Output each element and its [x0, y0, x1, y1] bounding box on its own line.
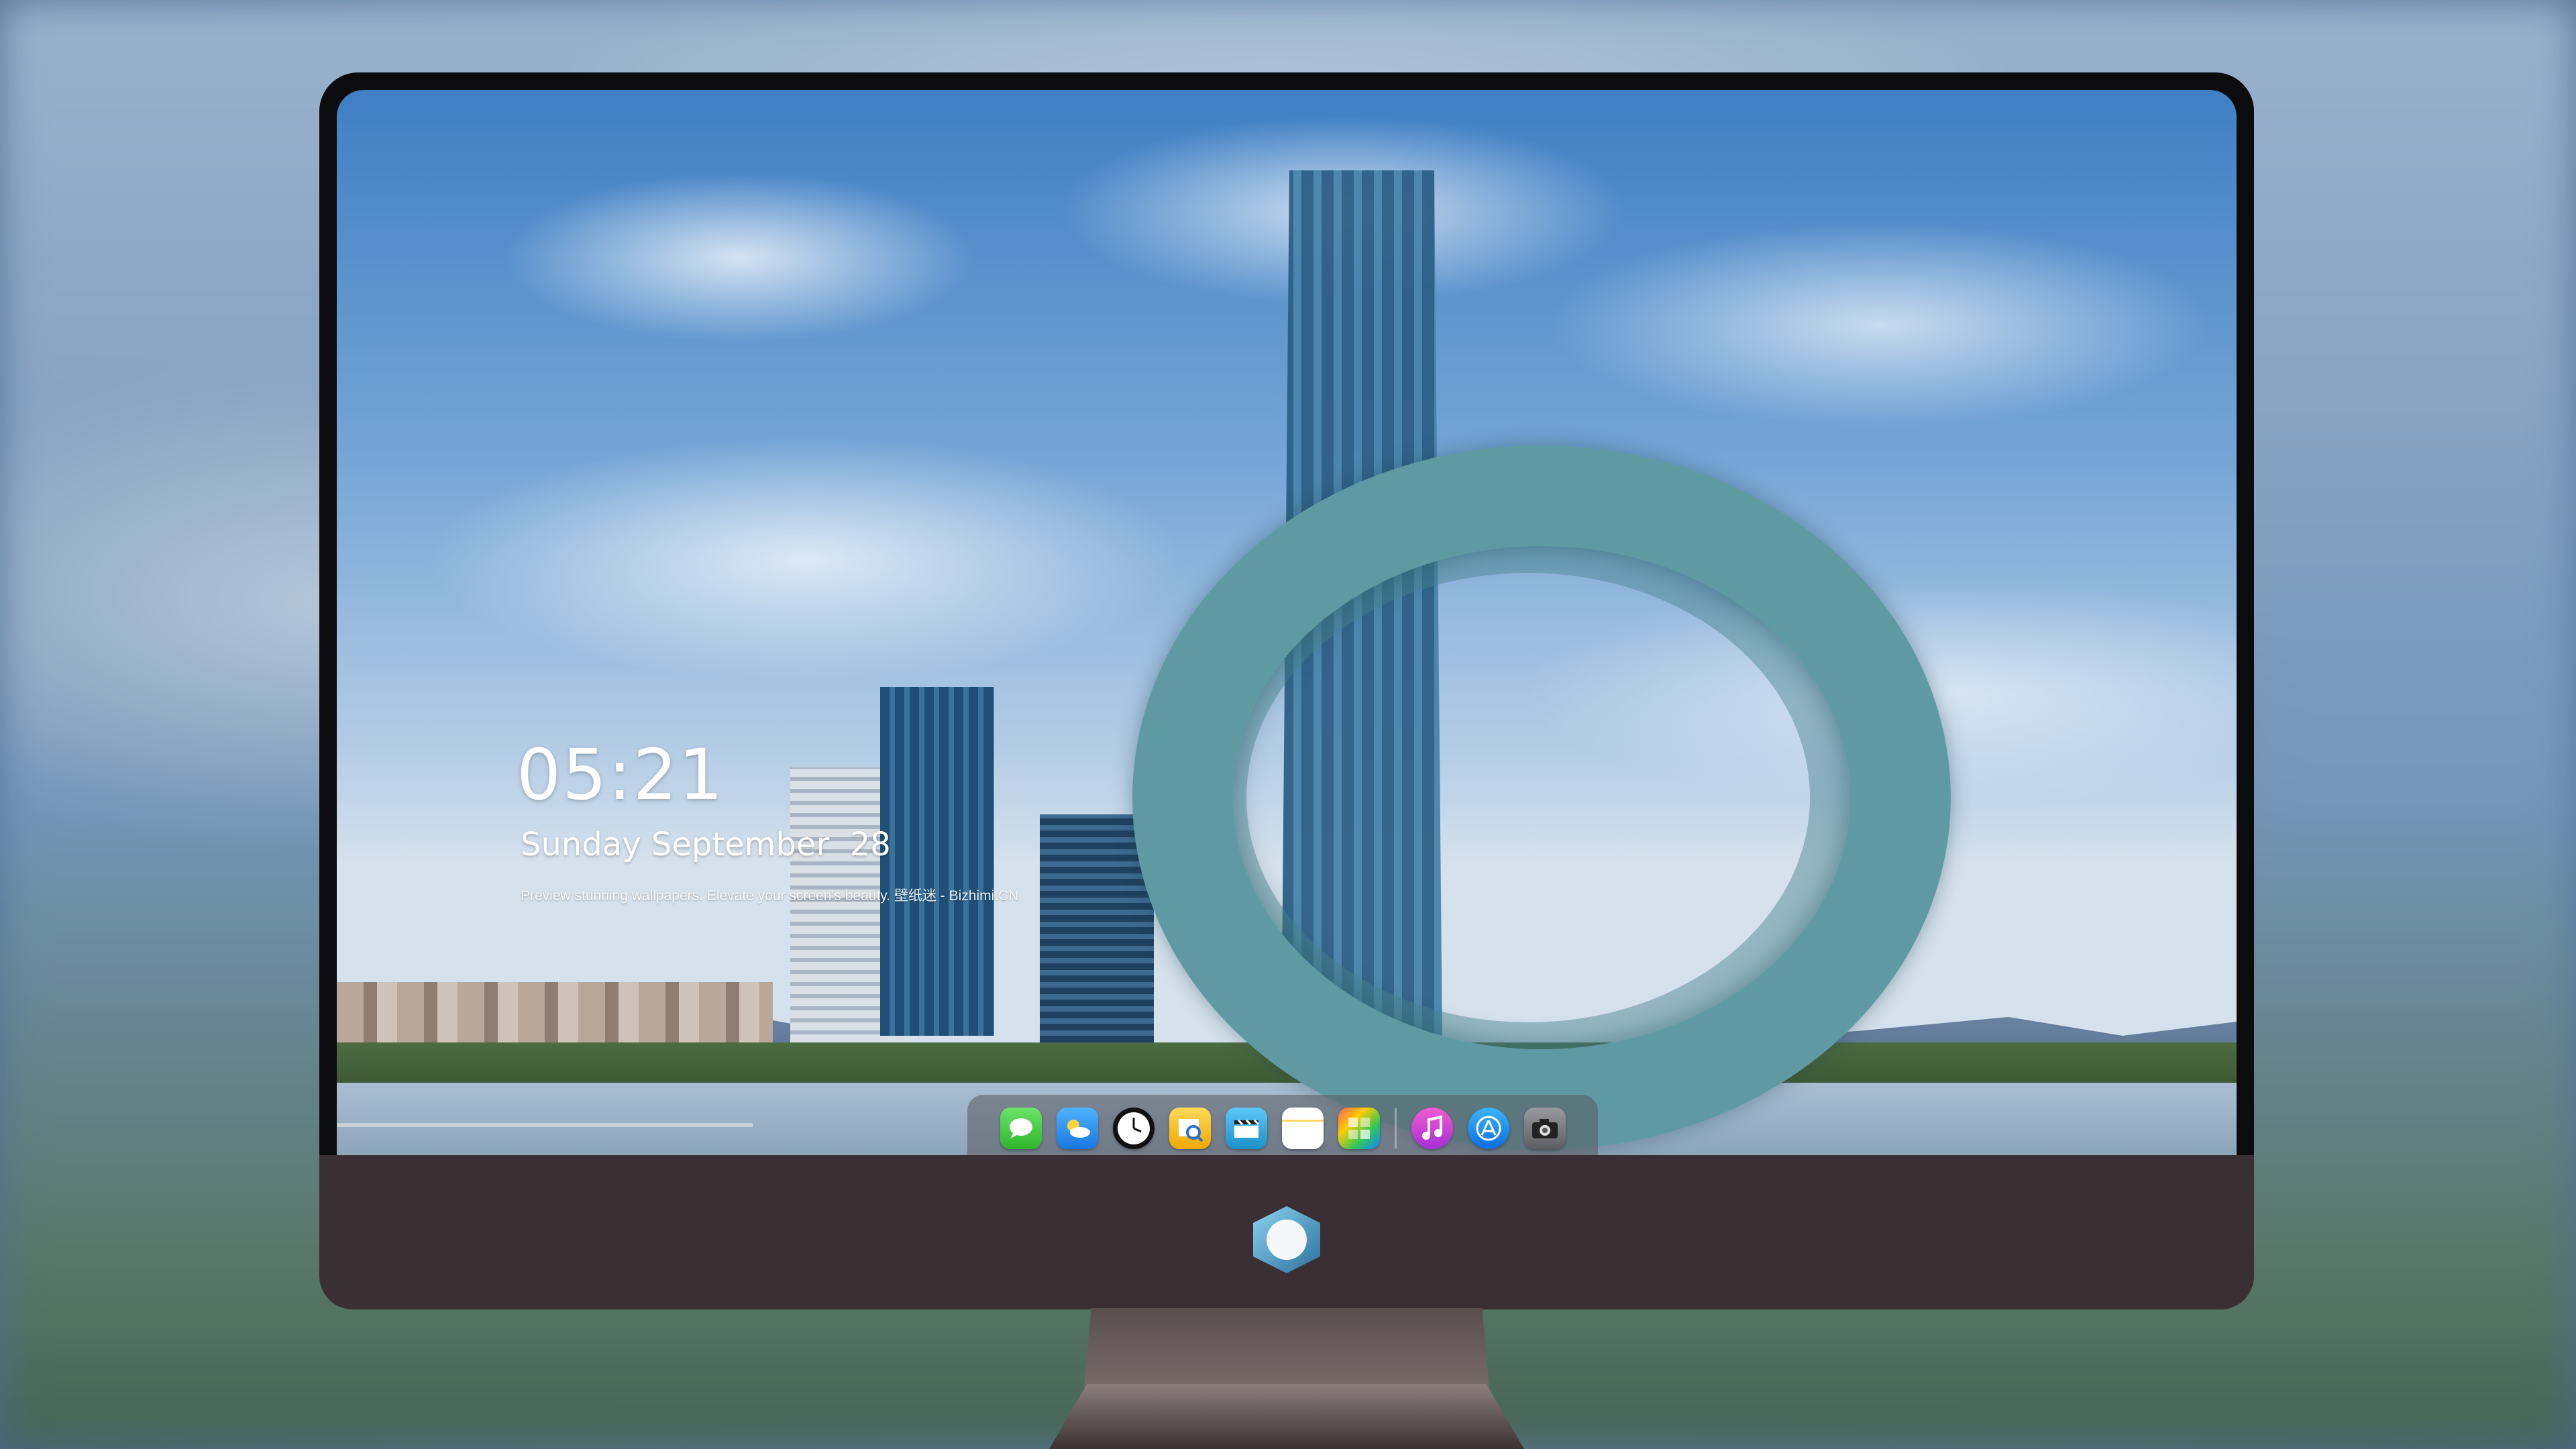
wallpaper-ring-inner	[1233, 546, 1850, 1049]
desktop-screen: 05:21 Sunday September 28 Preview stunni…	[337, 90, 2237, 1163]
camera-icon[interactable]	[1523, 1108, 1566, 1149]
music-icon[interactable]	[1411, 1108, 1453, 1149]
app-store-icon[interactable]	[1467, 1108, 1509, 1149]
notes-icon[interactable]	[1281, 1108, 1324, 1149]
photos-icon[interactable]	[1338, 1108, 1380, 1149]
weather-icon[interactable]	[1056, 1108, 1098, 1149]
dock	[967, 1095, 1598, 1162]
messages-icon[interactable]	[1000, 1108, 1042, 1149]
lock-clock: 05:21	[517, 734, 724, 816]
monitor-bezel: 05:21 Sunday September 28 Preview stunni…	[319, 72, 2254, 1173]
dock-separator	[1394, 1108, 1397, 1148]
clock-icon[interactable]	[1112, 1108, 1155, 1149]
lock-date: Sunday September 28	[521, 826, 891, 863]
monitor: 05:21 Sunday September 28 Preview stunni…	[319, 72, 2254, 1449]
preview-icon[interactable]	[1169, 1108, 1211, 1149]
clips-icon[interactable]	[1225, 1108, 1267, 1149]
lock-tagline: Preview stunning wallpapers. Elevate you…	[521, 888, 1019, 904]
monitor-stand-base	[1049, 1384, 1524, 1449]
logo-face-icon	[1267, 1220, 1307, 1260]
wallpaper-blue-building	[880, 687, 994, 1036]
